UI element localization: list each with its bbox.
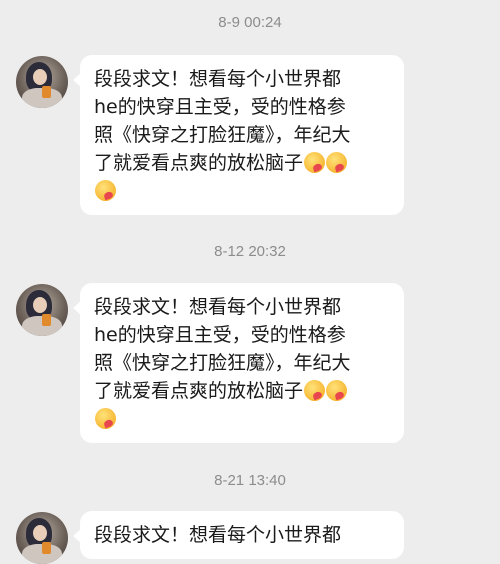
heart-kiss-emoji-icon [95, 408, 116, 429]
avatar-cup [42, 542, 51, 554]
timestamp: 8-12 20:32 [214, 243, 286, 260]
avatar[interactable] [16, 56, 68, 108]
message-line: 照《快穿之打脸狂魔》，年纪大 [94, 352, 351, 374]
message-bubble[interactable]: 段段求文！想看每个小世界都 he的快穿且主受，受的性格参 照《快穿之打脸狂魔》，… [73, 283, 404, 443]
message-line: 照《快穿之打脸狂魔》，年纪大 [94, 124, 351, 146]
timestamp: 8-9 00:24 [218, 14, 282, 31]
avatar[interactable] [16, 284, 68, 336]
avatar-cup [42, 86, 51, 98]
message-bubble[interactable]: 段段求文！想看每个小世界都 [73, 511, 404, 559]
heart-kiss-emoji-icon [95, 180, 116, 201]
heart-kiss-emoji-icon [326, 152, 348, 173]
message-line-with-emoji: 了就爱看点爽的放松脑子 [94, 377, 390, 405]
avatar-face [33, 297, 47, 313]
heart-kiss-emoji-icon [304, 380, 326, 401]
heart-kiss-emoji-icon [304, 152, 326, 173]
avatar-cup [42, 314, 51, 326]
message-line: 段段求文！想看每个小世界都 [94, 524, 342, 546]
timestamp: 8-21 13:40 [214, 472, 286, 489]
message-line: 了就爱看点爽的放松脑子 [94, 380, 304, 402]
heart-kiss-emoji-icon [326, 380, 348, 401]
message-line-with-emoji: 了就爱看点爽的放松脑子 [94, 149, 390, 177]
emoji-line [94, 405, 390, 433]
message-line: he的快穿且主受，受的性格参 [94, 324, 346, 346]
message-bubble[interactable]: 段段求文！想看每个小世界都 he的快穿且主受，受的性格参 照《快穿之打脸狂魔》，… [73, 55, 404, 215]
message-line: 段段求文！想看每个小世界都 [94, 68, 342, 90]
avatar-face [33, 525, 47, 541]
emoji-line [94, 177, 390, 205]
avatar-face [33, 69, 47, 85]
message-line: he的快穿且主受，受的性格参 [94, 96, 346, 118]
avatar[interactable] [16, 512, 68, 564]
message-line: 段段求文！想看每个小世界都 [94, 296, 342, 318]
message-line: 了就爱看点爽的放松脑子 [94, 152, 304, 174]
